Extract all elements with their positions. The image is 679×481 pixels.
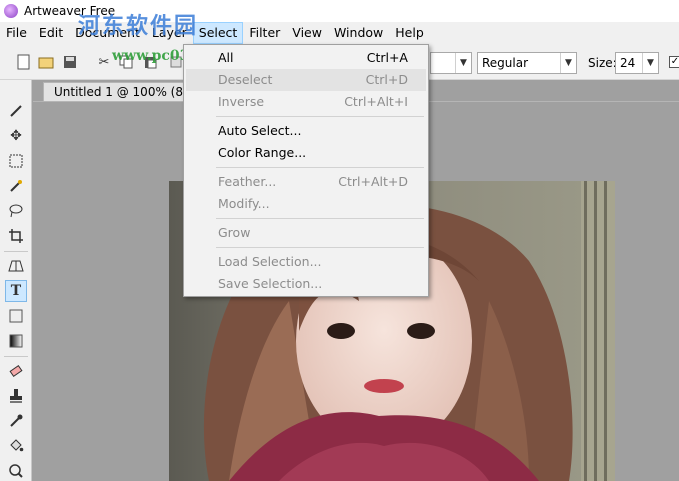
menu-window[interactable]: Window [328, 22, 389, 44]
menu-item-select-all[interactable]: All Ctrl+A [186, 47, 426, 69]
menu-separator [216, 218, 424, 219]
menu-edit[interactable]: Edit [33, 22, 69, 44]
font-style-dropdown[interactable]: Regular ▼ [477, 52, 577, 74]
app-icon [4, 4, 18, 18]
menu-item-color-range[interactable]: Color Range... [186, 142, 426, 164]
stamp-tool-icon[interactable] [5, 385, 27, 407]
move-tool-icon[interactable]: ✥ [5, 125, 27, 147]
select-menu-dropdown: All Ctrl+A Deselect Ctrl+D Inverse Ctrl+… [183, 44, 429, 297]
eyedropper-tool-icon[interactable] [5, 410, 27, 432]
cut-icon[interactable]: ✂ [94, 52, 114, 72]
menu-separator [216, 116, 424, 117]
menu-item-grow[interactable]: Grow [186, 222, 426, 244]
menu-help[interactable]: Help [389, 22, 430, 44]
menu-select[interactable]: Select [192, 22, 244, 44]
menu-item-feather[interactable]: Feather... Ctrl+Alt+D [186, 171, 426, 193]
lasso-tool-icon[interactable] [5, 200, 27, 222]
watermark-text: 河东软件园 [78, 13, 199, 39]
rectangle-select-tool-icon[interactable] [5, 150, 27, 172]
menu-filter[interactable]: Filter [243, 22, 286, 44]
option-checkbox[interactable]: ✓ [669, 56, 679, 68]
save-icon[interactable] [60, 52, 80, 72]
eraser-tool-icon[interactable] [5, 360, 27, 382]
new-document-icon[interactable] [14, 52, 34, 72]
menu-separator [216, 167, 424, 168]
brush-tool-icon[interactable] [5, 100, 27, 122]
menu-item-save-selection[interactable]: Save Selection... [186, 273, 426, 295]
tools-panel: ✥ T [0, 80, 32, 481]
chevron-down-icon: ▼ [642, 53, 658, 73]
menu-item-load-selection[interactable]: Load Selection... [186, 251, 426, 273]
perspective-tool-icon[interactable] [5, 255, 27, 277]
chevron-down-icon: ▼ [560, 53, 576, 73]
crop-tool-icon[interactable] [5, 225, 27, 247]
tool-separator [4, 356, 28, 357]
gradient-tool-icon[interactable] [5, 330, 27, 352]
font-size-value: 24 [620, 56, 636, 70]
menu-file[interactable]: File [0, 22, 33, 44]
text-tool-icon[interactable]: T [5, 280, 27, 302]
menu-item-inverse[interactable]: Inverse Ctrl+Alt+I [186, 91, 426, 113]
zoom-tool-icon[interactable] [5, 460, 27, 481]
menu-item-auto-select[interactable]: Auto Select... [186, 120, 426, 142]
magic-wand-tool-icon[interactable] [5, 175, 27, 197]
tool-separator [4, 251, 28, 252]
font-style-value: Regular [482, 56, 529, 70]
menu-item-deselect[interactable]: Deselect Ctrl+D [186, 69, 426, 91]
chevron-down-icon: ▼ [455, 53, 471, 73]
paint-bucket-tool-icon[interactable] [5, 435, 27, 457]
menu-separator [216, 247, 424, 248]
menu-view[interactable]: View [286, 22, 328, 44]
menu-item-modify[interactable]: Modify... [186, 193, 426, 215]
shape-tool-icon[interactable] [5, 305, 27, 327]
document-tab[interactable]: Untitled 1 @ 100% (8-bit [43, 82, 193, 102]
open-document-icon[interactable] [36, 52, 56, 72]
font-family-dropdown[interactable]: ▼ [430, 52, 472, 74]
size-label: Size: [588, 56, 617, 70]
font-size-dropdown[interactable]: 24 ▼ [615, 52, 659, 74]
